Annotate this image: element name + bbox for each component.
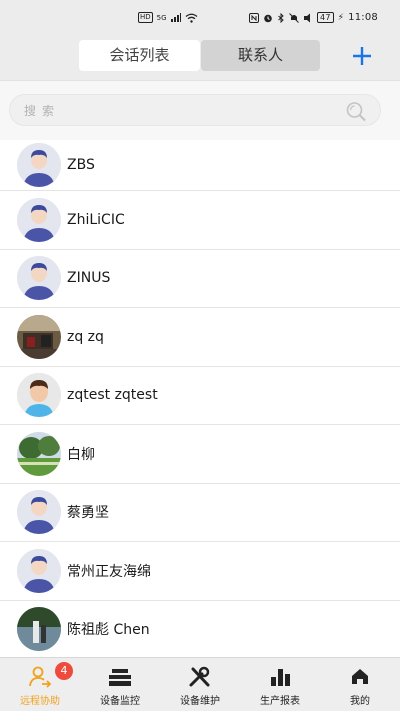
person-help-icon [29, 666, 52, 688]
photo-avatar [17, 314, 61, 359]
default-avatar [17, 548, 61, 593]
contact-name: ZBS [67, 157, 95, 173]
tab-label: 我的 [350, 696, 370, 707]
status-bar: HD 5G 47 ⚡ 11:08 [0, 0, 400, 34]
nfc-icon [249, 12, 260, 23]
list-item[interactable]: 陈祖彪 Chen [0, 601, 400, 658]
home-icon [352, 669, 368, 684]
search-box[interactable] [9, 94, 381, 126]
default-avatar [17, 256, 61, 301]
list-item[interactable]: zq zq [0, 308, 400, 367]
tools-icon [189, 666, 210, 687]
tab-label: 远程协助 [20, 696, 60, 707]
header: 会话列表 联系人 [0, 34, 400, 80]
tab-label: 设备维护 [180, 696, 220, 707]
add-button[interactable] [350, 44, 374, 68]
tab-mine[interactable]: 我的 [320, 658, 400, 711]
contact-name: 陈祖彪 Chen [67, 622, 150, 639]
contact-list: ZBS ZhiLiCIC ZINUS zq zq zqtest zqtest 白… [0, 140, 400, 657]
contact-name: ZhiLiCIC [67, 211, 125, 228]
plus-icon [353, 47, 371, 65]
default-avatar [17, 490, 61, 535]
tab-production-report[interactable]: 生产报表 [240, 658, 320, 711]
silent-icon [304, 13, 311, 22]
tab-remote-assist[interactable]: 4 远程协助 [0, 658, 80, 711]
signal-icon [170, 13, 181, 22]
contact-name: 蔡勇坚 [67, 505, 109, 522]
contact-name: zqtest zqtest [67, 387, 158, 404]
tab-device-maintenance[interactable]: 设备维护 [160, 658, 240, 711]
cartoon-avatar [17, 373, 61, 418]
contact-name: 白柳 [67, 446, 95, 463]
list-item[interactable]: ZINUS [0, 250, 400, 308]
list-item[interactable]: ZhiLiCIC [0, 191, 400, 250]
alarm-icon [264, 14, 272, 22]
device-stack-icon [109, 669, 131, 686]
bar-chart-icon [271, 669, 290, 686]
contact-name: 常州正友海绵 [67, 563, 151, 580]
hd-indicator: HD [138, 12, 153, 23]
tab-label: 设备监控 [100, 696, 140, 707]
charging-icon: ⚡ [337, 12, 345, 23]
contact-name: zq zq [67, 328, 104, 345]
photo-avatar [17, 431, 61, 476]
list-item[interactable]: 常州正友海绵 [0, 542, 400, 601]
list-item[interactable]: zqtest zqtest [0, 367, 400, 425]
default-avatar [17, 197, 61, 242]
tab-device-monitor[interactable]: 设备监控 [80, 658, 160, 711]
bluetooth-icon [278, 12, 284, 23]
list-item[interactable]: 白柳 [0, 425, 400, 484]
default-avatar [17, 143, 61, 187]
list-item[interactable]: ZBS [0, 140, 400, 191]
status-left: HD 5G [138, 12, 198, 23]
tab-conversation-list[interactable]: 会话列表 [79, 40, 200, 71]
clock: 11:08 [348, 12, 378, 23]
notification-badge: 4 [55, 662, 73, 680]
bottom-tab-bar: 4 远程协助 设备监控 设备维护 生产报表 我的 [0, 657, 400, 711]
search-input[interactable] [22, 99, 336, 123]
contact-name: ZINUS [67, 270, 111, 287]
tab-label: 生产报表 [260, 696, 300, 707]
status-right: 47 ⚡ 11:08 [249, 12, 378, 23]
list-item[interactable]: 蔡勇坚 [0, 484, 400, 542]
battery-indicator: 47 [317, 12, 334, 23]
wifi-icon [185, 13, 197, 23]
network-indicator: 5G [156, 13, 167, 22]
search-area [0, 80, 400, 141]
photo-avatar [17, 607, 61, 652]
mute-icon [289, 12, 299, 23]
tab-contacts[interactable]: 联系人 [201, 40, 320, 71]
search-icon[interactable] [345, 100, 367, 122]
